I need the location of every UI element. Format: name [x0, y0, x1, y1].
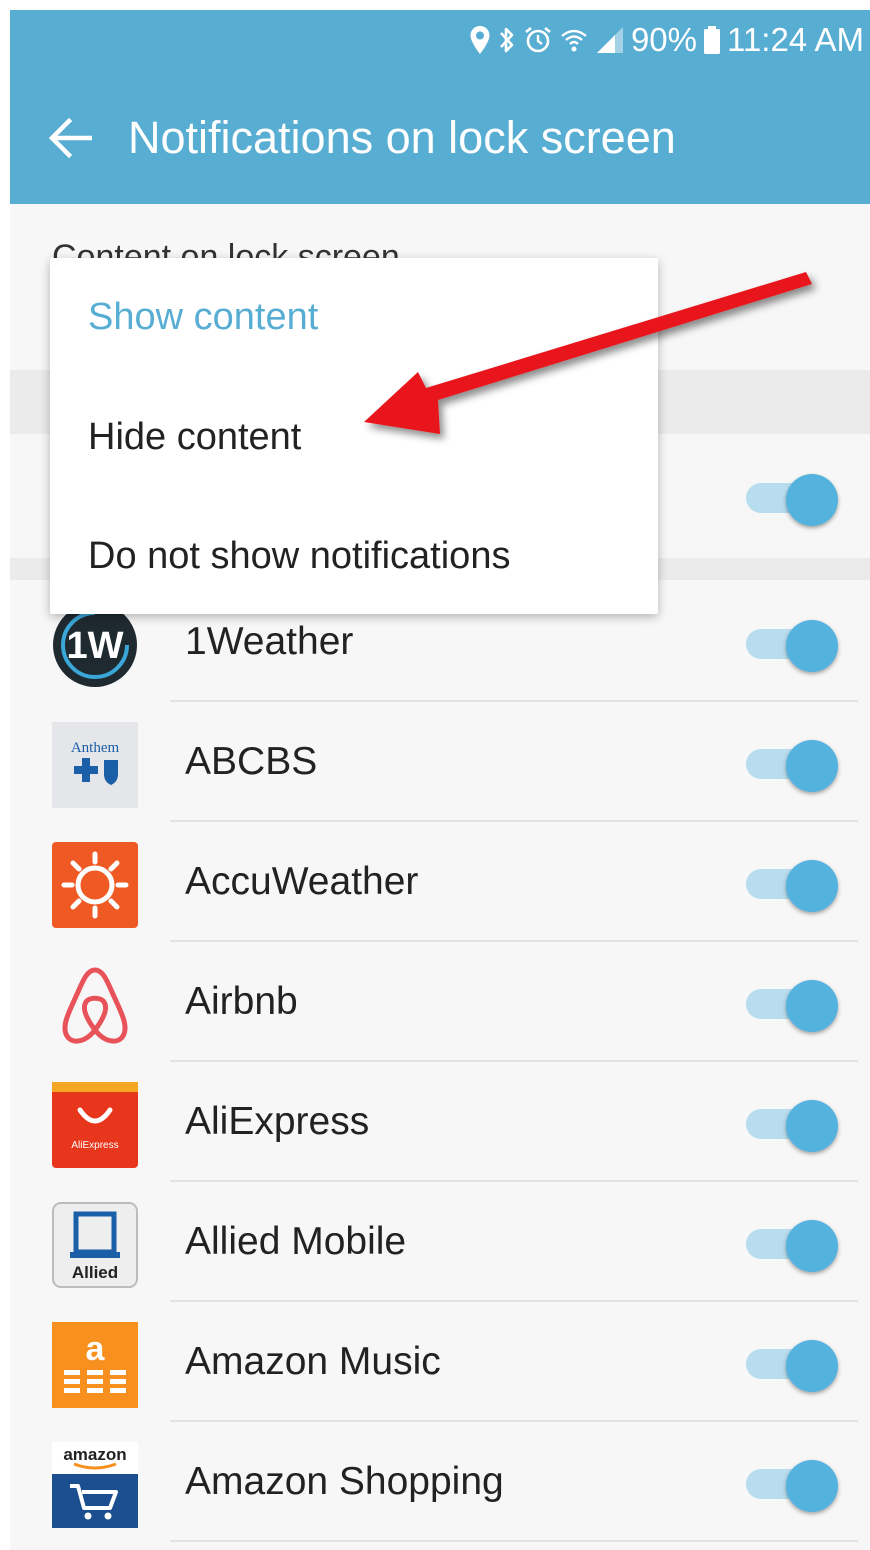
all-apps-toggle[interactable] — [746, 474, 838, 526]
app-row-allied-mobile[interactable]: Allied Allied Mobile — [10, 1184, 870, 1302]
app-row-amazon-music[interactable]: a Amazon Music — [10, 1304, 870, 1422]
back-button[interactable] — [38, 106, 102, 170]
amazon-music-icon: a — [52, 1322, 138, 1408]
app-toggle-allied-mobile[interactable] — [746, 1220, 838, 1272]
toolbar: Notifications on lock screen — [10, 92, 870, 182]
screen-frame: 90% 11:24 AM Notifications on lock scree… — [10, 10, 870, 1550]
app-toggle-1weather[interactable] — [746, 620, 838, 672]
aliexpress-icon: AliExpress — [52, 1082, 138, 1168]
app-row-accuweather[interactable]: AccuWeather — [10, 824, 870, 942]
app-name: Amazon Music — [185, 1340, 441, 1383]
app-name: 1Weather — [185, 620, 354, 663]
battery-icon — [703, 20, 721, 60]
bluetooth-icon — [497, 20, 517, 60]
app-row-airbnb[interactable]: Airbnb — [10, 944, 870, 1062]
app-bar: 90% 11:24 AM Notifications on lock scree… — [10, 10, 870, 204]
anthem-icon: Anthem — [52, 722, 138, 808]
1weather-icon: 1W — [53, 603, 137, 687]
svg-text:1W: 1W — [67, 625, 124, 667]
app-toggle-accuweather[interactable] — [746, 860, 838, 912]
status-icons: 90% 11:24 AM — [469, 18, 864, 62]
app-name: Amazon Shopping — [185, 1460, 504, 1503]
app-row-abcbs[interactable]: Anthem ABCBS — [10, 704, 870, 822]
app-toggle-amazon-shopping[interactable] — [746, 1460, 838, 1512]
option-do-not-show-notifications[interactable]: Do not show notifications — [88, 535, 510, 578]
option-hide-content[interactable]: Hide content — [88, 416, 301, 459]
accuweather-sun-icon — [52, 842, 138, 928]
status-time: 11:24 AM — [727, 21, 864, 58]
alarm-icon — [523, 20, 553, 60]
status-bar: 90% 11:24 AM — [10, 10, 870, 70]
app-row-aliexpress[interactable]: AliExpress AliExpress — [10, 1064, 870, 1182]
wifi-icon — [559, 20, 589, 60]
app-toggle-airbnb[interactable] — [746, 980, 838, 1032]
amazon-cart-icon: amazon — [52, 1442, 138, 1528]
app-row-amazon-shopping[interactable]: amazon Amazon Shopping — [10, 1424, 870, 1542]
app-toggle-abcbs[interactable] — [746, 740, 838, 792]
back-arrow-icon — [48, 118, 92, 158]
app-name: Airbnb — [185, 980, 298, 1023]
allied-icon: Allied — [52, 1202, 138, 1288]
app-name: ABCBS — [185, 740, 318, 783]
svg-text:Anthem: Anthem — [71, 740, 120, 756]
content-dropdown-menu: Show content Hide content Do not show no… — [50, 258, 658, 614]
battery-percent: 90% — [630, 21, 698, 58]
page-title: Notifications on lock screen — [128, 112, 676, 163]
svg-text:AliExpress: AliExpress — [71, 1140, 118, 1151]
svg-text:amazon: amazon — [63, 1445, 126, 1464]
airbnb-icon — [62, 967, 128, 1044]
svg-text:Allied: Allied — [72, 1263, 118, 1282]
location-icon — [469, 20, 491, 60]
app-name: AccuWeather — [185, 860, 419, 903]
app-toggle-aliexpress[interactable] — [746, 1100, 838, 1152]
app-toggle-amazon-music[interactable] — [746, 1340, 838, 1392]
option-show-content[interactable]: Show content — [88, 296, 318, 339]
app-name: AliExpress — [185, 1100, 370, 1143]
signal-icon — [595, 20, 625, 60]
svg-text:a: a — [86, 1330, 106, 1368]
app-name: Allied Mobile — [185, 1220, 407, 1263]
